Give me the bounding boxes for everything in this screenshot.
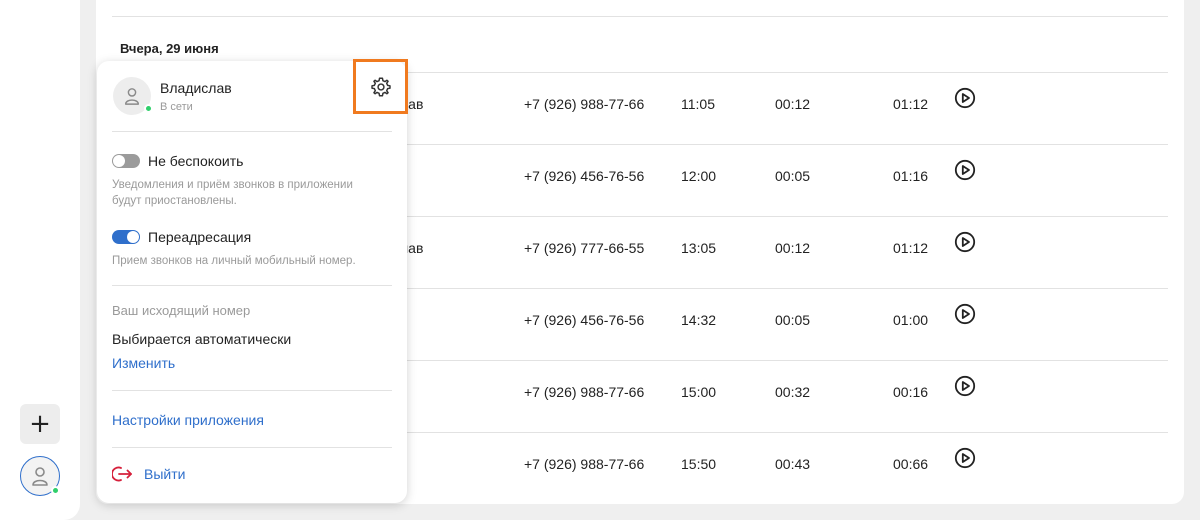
logout-button[interactable]: Выйти — [112, 465, 185, 483]
caller-phone: +7 (926) 456-76-56 — [524, 312, 645, 328]
divider — [112, 16, 1168, 17]
call-duration: 00:43 — [775, 456, 811, 472]
user-icon — [124, 88, 140, 105]
caller-phone: +7 (926) 988-77-66 — [524, 384, 645, 400]
app-settings-link[interactable]: Настройки приложения — [112, 412, 264, 428]
call-wait-time: 01:12 — [893, 96, 929, 112]
play-icon — [954, 447, 976, 469]
call-duration: 00:05 — [775, 168, 811, 184]
forwarding-description: Прием звонков на личный мобильный номер. — [112, 255, 356, 267]
user-status: В сети — [160, 101, 193, 113]
call-duration: 00:12 — [775, 96, 811, 112]
outgoing-number-label: Ваш исходящий номер — [112, 303, 251, 318]
play-icon — [954, 87, 976, 109]
play-recording-button[interactable] — [954, 447, 976, 469]
call-time: 13:05 — [681, 240, 717, 256]
divider — [112, 447, 392, 448]
divider — [112, 131, 392, 132]
call-duration: 00:05 — [775, 312, 811, 328]
profile-popup: Владислав В сети Не беспокоить Уведомлен… — [97, 59, 408, 503]
call-duration: 00:12 — [775, 240, 811, 256]
play-recording-button[interactable] — [954, 87, 976, 109]
user-icon — [32, 467, 48, 486]
call-wait-time: 00:66 — [893, 456, 929, 472]
plus-icon: + — [29, 409, 51, 439]
caller-phone: +7 (926) 988-77-66 — [524, 456, 645, 472]
dnd-toggle[interactable] — [112, 154, 140, 168]
call-time: 12:00 — [681, 168, 717, 184]
play-recording-button[interactable] — [954, 159, 976, 181]
logout-icon — [112, 466, 132, 482]
caller-phone: +7 (926) 988-77-66 — [524, 96, 645, 112]
gear-icon — [370, 77, 391, 96]
play-icon — [954, 303, 976, 325]
dnd-label: Не беспокоить — [148, 153, 244, 169]
add-button[interactable]: + — [20, 404, 60, 444]
call-time: 11:05 — [681, 96, 715, 112]
divider — [112, 390, 392, 391]
call-time: 15:00 — [681, 384, 717, 400]
call-wait-time: 01:16 — [893, 168, 929, 184]
avatar — [113, 77, 153, 115]
play-recording-button[interactable] — [954, 303, 976, 325]
call-duration: 00:32 — [775, 384, 811, 400]
play-icon — [954, 159, 976, 181]
call-time: 15:50 — [681, 456, 717, 472]
outgoing-number-value: Выбирается автоматически — [112, 331, 292, 347]
call-time: 14:32 — [681, 312, 717, 328]
play-recording-button[interactable] — [954, 375, 976, 397]
dnd-description: Уведомления и приём звонков в приложении… — [112, 179, 353, 207]
divider — [112, 285, 392, 286]
left-sidebar: + — [0, 0, 80, 520]
profile-avatar-button[interactable] — [20, 456, 60, 496]
play-recording-button[interactable] — [954, 231, 976, 253]
call-wait-time: 01:12 — [893, 240, 929, 256]
online-indicator — [51, 486, 60, 495]
change-outgoing-link[interactable]: Изменить — [112, 355, 175, 371]
caller-phone: +7 (926) 777-66-55 — [524, 240, 645, 256]
forwarding-label: Переадресация — [148, 229, 252, 245]
logout-label: Выйти — [144, 466, 186, 482]
play-icon — [954, 375, 976, 397]
play-icon — [954, 231, 976, 253]
settings-button[interactable] — [353, 59, 408, 114]
date-group-header: Вчера, 29 июня — [120, 41, 219, 56]
user-name: Владислав — [160, 80, 232, 96]
call-wait-time: 01:00 — [893, 312, 929, 328]
call-wait-time: 00:16 — [893, 384, 929, 400]
online-indicator — [144, 104, 153, 113]
caller-phone: +7 (926) 456-76-56 — [524, 168, 645, 184]
forwarding-toggle[interactable] — [112, 230, 140, 244]
